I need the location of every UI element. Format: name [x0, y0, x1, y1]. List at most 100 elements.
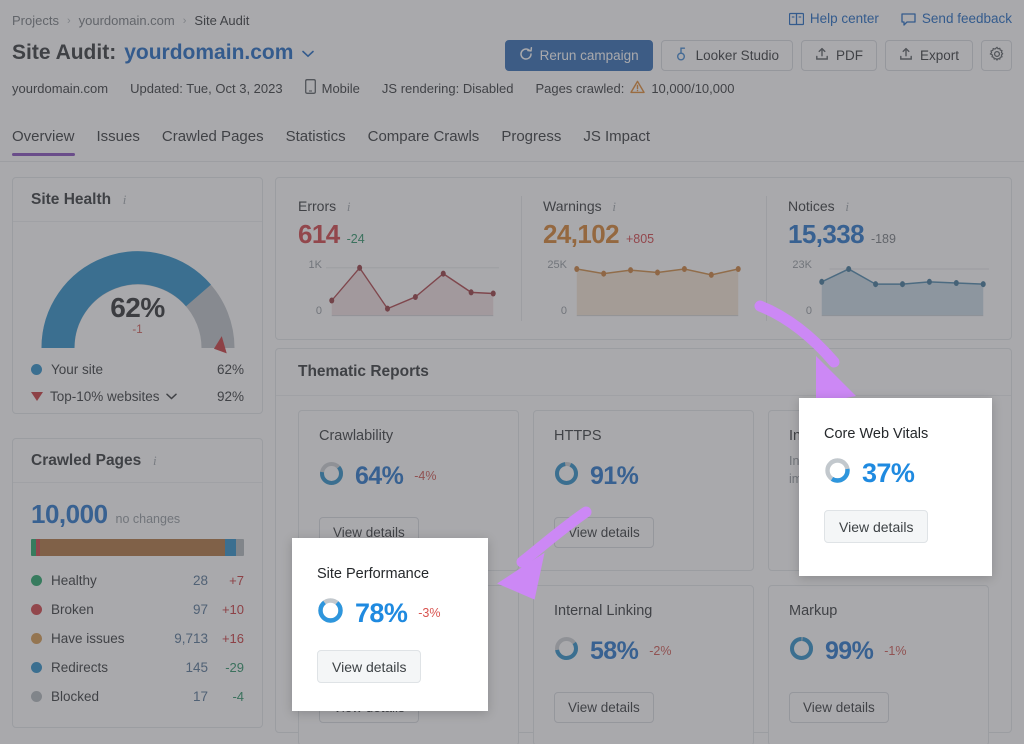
- warning-triangle-icon: [630, 80, 645, 97]
- bar-segment-redirects: [225, 539, 236, 556]
- axis-lo-errors: 0: [316, 305, 322, 317]
- thematic-card-internal-linking[interactable]: Internal Linking 58% -2% View details: [533, 585, 754, 744]
- settings-button[interactable]: [981, 40, 1012, 71]
- thematic-reports-header: Thematic Reports: [276, 349, 1011, 396]
- meta-domain: yourdomain.com: [12, 81, 108, 96]
- tab-progress[interactable]: Progress: [501, 128, 561, 156]
- thematic-card-percent: 99%: [825, 637, 873, 666]
- info-icon[interactable]: i: [608, 200, 621, 213]
- crawled-pages-delta: +7: [208, 573, 244, 588]
- looker-studio-button[interactable]: Looker Studio: [661, 40, 793, 71]
- crawled-pages-distribution-bar: [31, 539, 244, 556]
- thematic-card-https[interactable]: HTTPS 91% View details: [533, 410, 754, 571]
- page-title: Site Audit: yourdomain.com: [12, 41, 314, 65]
- axis-lo-notices: 0: [806, 305, 812, 317]
- stat-cell-errors[interactable]: Errors i 614 -24 1K 0: [276, 178, 521, 339]
- crawled-pages-count: 9,713: [166, 631, 208, 646]
- crawled-pages-total: 10,000: [31, 499, 108, 530]
- speech-bubble-icon: [901, 12, 916, 26]
- bar-segment-have-issues: [40, 539, 225, 556]
- site-health-title: Site Health: [31, 191, 111, 209]
- thematic-card-markup[interactable]: Markup 99% -1% View details: [768, 585, 989, 744]
- crawled-pages-row-redirects: Redirects 145 -29: [13, 653, 262, 682]
- view-details-button[interactable]: View details: [824, 510, 928, 543]
- stat-delta-warnings: +805: [626, 232, 654, 246]
- crawled-pages-row-have-issues: Have issues 9,713 +16: [13, 624, 262, 653]
- site-health-delta: -1: [13, 324, 262, 336]
- crawled-pages-delta: +10: [208, 602, 244, 617]
- tab-crawled-pages[interactable]: Crawled Pages: [162, 128, 264, 156]
- send-feedback-label: Send feedback: [922, 11, 1012, 26]
- export-label: Export: [920, 48, 959, 63]
- crawled-pages-header: Crawled Pages i: [13, 439, 262, 483]
- view-details-button[interactable]: View details: [554, 517, 654, 548]
- meta-device-label: Mobile: [322, 81, 360, 96]
- info-icon[interactable]: i: [118, 193, 131, 206]
- stat-value-notices: 15,338: [788, 219, 864, 250]
- export-button[interactable]: Export: [885, 40, 973, 71]
- view-details-button[interactable]: View details: [789, 692, 889, 723]
- spotlight-percent: 78%: [355, 598, 407, 629]
- breadcrumb: Projects › yourdomain.com › Site Audit: [12, 13, 249, 28]
- pdf-export-label: PDF: [836, 48, 863, 63]
- help-center-link[interactable]: Help center: [789, 11, 879, 26]
- breadcrumb-item-projects[interactable]: Projects: [12, 13, 59, 28]
- thematic-card-name: Markup: [789, 603, 968, 619]
- page-title-domain[interactable]: yourdomain.com: [124, 41, 293, 65]
- looker-studio-icon: [675, 47, 689, 64]
- donut-icon: [554, 636, 579, 666]
- chevron-down-icon[interactable]: [166, 391, 177, 403]
- spotlight-core-web-vitals[interactable]: Core Web Vitals 37% View details: [799, 398, 992, 576]
- crawled-pages-label: Blocked: [51, 689, 166, 704]
- main-tabs: Overview Issues Crawled Pages Statistics…: [12, 128, 650, 156]
- tab-compare-crawls[interactable]: Compare Crawls: [368, 128, 480, 156]
- legend-label-your-site: Your site: [51, 362, 217, 377]
- stat-cell-notices[interactable]: Notices i 15,338 -189 23K 0: [766, 178, 1011, 339]
- legend-value-your-site: 62%: [217, 362, 244, 377]
- crawled-pages-label: Healthy: [51, 573, 166, 588]
- stat-label-notices: Notices i: [788, 198, 989, 214]
- site-audit-page: Projects › yourdomain.com › Site Audit H…: [0, 0, 1024, 744]
- breadcrumb-separator: ›: [183, 15, 187, 27]
- spotlight-site-performance[interactable]: Site Performance 78% -3% View details: [292, 538, 488, 711]
- thematic-card-percent: 91%: [590, 462, 638, 491]
- rerun-campaign-label: Rerun campaign: [540, 48, 639, 63]
- issue-summary-strip: Errors i 614 -24 1K 0: [275, 177, 1012, 340]
- legend-dot-icon: [31, 691, 42, 702]
- stat-value-errors: 614: [298, 219, 340, 250]
- tab-statistics[interactable]: Statistics: [286, 128, 346, 156]
- stat-delta-errors: -24: [347, 232, 365, 246]
- upload-icon: [815, 47, 829, 64]
- legend-dot-icon: [31, 604, 42, 615]
- rerun-campaign-button[interactable]: Rerun campaign: [505, 40, 653, 71]
- crawled-pages-title: Crawled Pages: [31, 452, 141, 470]
- legend-item-top10[interactable]: Top-10% websites 92%: [13, 383, 262, 410]
- upload-icon: [899, 47, 913, 64]
- breadcrumb-item-domain[interactable]: yourdomain.com: [79, 13, 175, 28]
- legend-dot-icon: [31, 662, 42, 673]
- pdf-export-button[interactable]: PDF: [801, 40, 877, 71]
- tab-overview[interactable]: Overview: [12, 128, 75, 156]
- stat-delta-notices: -189: [871, 232, 896, 246]
- site-health-header: Site Health i: [13, 178, 262, 222]
- info-icon[interactable]: i: [148, 454, 161, 467]
- view-details-button[interactable]: View details: [317, 650, 421, 683]
- chevron-down-icon[interactable]: [302, 45, 314, 61]
- donut-icon: [824, 457, 851, 489]
- stat-cell-warnings[interactable]: Warnings i 24,102 +805 25K 0: [521, 178, 766, 339]
- axis-hi-errors: 1K: [309, 259, 322, 271]
- info-icon[interactable]: i: [342, 200, 355, 213]
- stat-label-errors: Errors i: [298, 198, 499, 214]
- legend-dot-icon: [31, 364, 42, 375]
- breadcrumb-item-site-audit: Site Audit: [194, 13, 249, 28]
- tab-issues[interactable]: Issues: [97, 128, 140, 156]
- tab-js-impact[interactable]: JS Impact: [583, 128, 650, 156]
- looker-studio-label: Looker Studio: [696, 48, 779, 63]
- crawled-pages-label: Redirects: [51, 660, 166, 675]
- info-icon[interactable]: i: [841, 200, 854, 213]
- send-feedback-link[interactable]: Send feedback: [901, 11, 1012, 26]
- crawled-pages-row-broken: Broken 97 +10: [13, 595, 262, 624]
- view-details-button[interactable]: View details: [554, 692, 654, 723]
- thematic-card-delta: -1%: [884, 644, 906, 658]
- crawled-pages-row-blocked: Blocked 17 -4: [13, 682, 262, 711]
